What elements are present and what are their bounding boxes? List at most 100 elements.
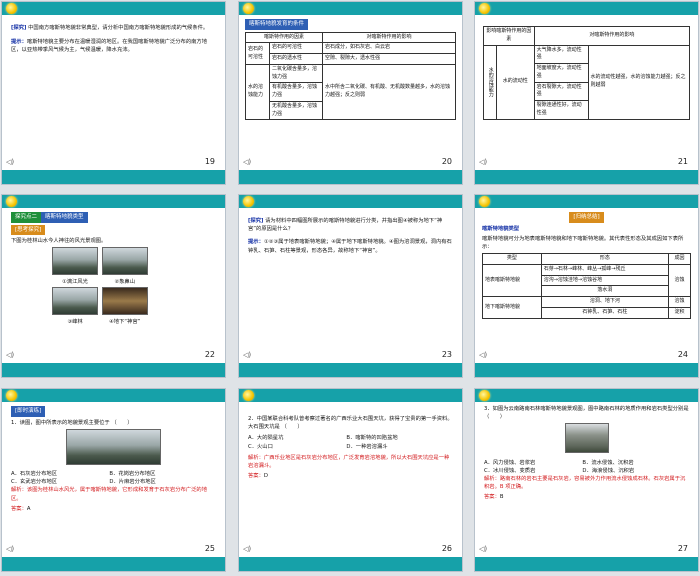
- hint-text: ①②③属于地表喀斯特地貌；④属于地下喀斯特地貌。④图为溶洞景观，洞内有石钟乳、石…: [248, 239, 452, 254]
- photo-caption: ②象鼻山: [114, 279, 135, 286]
- title-bar: [2, 2, 225, 15]
- photo-caption: ③峰林: [67, 318, 83, 325]
- analysis-text: 广西乐业地区是石灰岩分布地区，广泛发育岩溶地貌，所以大石围天坑应是一种岩溶漏斗。: [248, 454, 450, 470]
- table-cell: 岩石成分，如石灰岩、白云岩: [322, 42, 456, 55]
- option-b[interactable]: B．花岗岩分布地区: [109, 470, 207, 478]
- sun-logo-icon: [6, 390, 17, 401]
- shape-cell: 落水洞: [540, 285, 669, 298]
- table-cell: 有机酸含量多，溶蚀力强: [268, 82, 324, 102]
- effect-cell: 水的流动性越强，水的溶蚀能力越强；反之则越弱: [587, 44, 691, 120]
- sun-logo-icon: [243, 3, 254, 14]
- question-text: 中国南方喀斯特地貌非常典型，请分析中国南方喀斯特地貌形成的气候条件。: [28, 25, 209, 31]
- shape-cell: 石芽→石林→峰林、峰丛→孤峰→残丘: [540, 263, 669, 276]
- slide-20[interactable]: 喀斯特地貌发育的条件 喀斯特作用的因素 对喀斯特作用的影响 岩石的可溶性 岩石的…: [238, 1, 463, 185]
- hint-label: 提示：: [248, 239, 264, 246]
- speaker-icon[interactable]: ◁): [479, 158, 487, 166]
- option-b[interactable]: B．流水侵蚀、沉积岩: [582, 459, 680, 467]
- flow-table: 影响喀斯特作用的因素 对喀斯特作用的影响 水的溶蚀能力 水的流动性 大气降水多，…: [483, 26, 691, 120]
- option-a[interactable]: A．石灰岩分布地区: [11, 470, 109, 478]
- sun-logo-icon: [479, 196, 490, 207]
- speaker-icon[interactable]: ◁): [6, 158, 14, 166]
- hint-label: 提示：: [11, 39, 27, 46]
- cause-cell: 溶蚀: [667, 296, 692, 308]
- option-d[interactable]: D．一种岩溶漏斗: [346, 443, 444, 451]
- analysis-text: 路南石林的岩石主要是石灰岩，容易被外力作用流水侵蚀成石林。石灰岩属于沉积岩。B …: [484, 476, 686, 491]
- option-c[interactable]: C．火山口: [248, 443, 346, 451]
- answer-value: D: [263, 473, 268, 480]
- option-d[interactable]: D．海浪侵蚀、沉积岩: [582, 467, 680, 475]
- photo-caption: ④地下“神宫”: [108, 318, 141, 325]
- answer-label: 答案：: [248, 473, 264, 480]
- question-text: 3．如图为云南路南石林喀斯特地貌景观图，图中路南石林的地质作用和岩石类型分别是: [484, 406, 689, 412]
- group-cell: 水的溶蚀能力: [483, 44, 497, 120]
- sun-logo-icon: [6, 3, 17, 14]
- title-bar: [2, 195, 225, 208]
- table-cell: 大气降水多，流动性强: [533, 44, 589, 64]
- slide-26[interactable]: 2．中国某联合科考队曾考察过著名的广西乐业大石围天坑，获得了宝贵的第一手资料。大…: [238, 388, 463, 572]
- table-header: 成因: [667, 253, 692, 265]
- slide-21[interactable]: 影响喀斯特作用的因素 对喀斯特作用的影响 水的溶蚀能力 水的流动性 大气降水多，…: [474, 1, 699, 185]
- explore-label: [探究]: [11, 25, 27, 31]
- sub-cell: 水的流动性: [495, 44, 535, 120]
- type-cell: 地下喀斯特地貌: [482, 296, 542, 319]
- shape-cell: 溶沟→溶蚀洼地→溶蚀谷地: [540, 274, 669, 287]
- speaker-icon[interactable]: ◁): [479, 351, 487, 359]
- option-a[interactable]: A．大的陨星坑: [248, 434, 346, 442]
- option-c[interactable]: C．玄武岩分布地区: [11, 478, 109, 486]
- slide-22[interactable]: 探究点二 喀斯特地貌类型 [思考探究] 下图为桂林山水今人神往的风光景观图。 ①漓…: [1, 194, 226, 378]
- speaker-icon[interactable]: ◁): [6, 545, 14, 553]
- photo-stone-forest: [564, 423, 609, 454]
- slide-number: 21: [677, 157, 688, 166]
- question-text: 2．中国某联合科考队曾考察过著名的广西乐业大石围天坑，获得了宝贵的第一手资料。大…: [248, 416, 453, 431]
- speaker-icon[interactable]: ◁): [6, 351, 14, 359]
- types-table: 类型 形态 成因 地表喀斯特地貌 石芽→石林→峰林、峰丛→孤峰→残丘 溶蚀 溶沟…: [482, 253, 692, 319]
- answer-value: B: [499, 494, 504, 501]
- slide-19[interactable]: [探究] 中国南方喀斯特地貌非常典型，请分析中国南方喀斯特地貌形成的气候条件。 …: [1, 1, 226, 185]
- question-text: 1．读图，图中所表示的地貌景观主要位于: [11, 419, 110, 426]
- section-title: 喀斯特地貌类型: [482, 225, 520, 232]
- slide-25[interactable]: [即时演练] 1．读图，图中所表示的地貌景观主要位于 （ ） A．石灰岩分布地区…: [1, 388, 226, 572]
- speaker-icon[interactable]: ◁): [243, 351, 251, 359]
- bottom-bar: [239, 363, 462, 377]
- photo-peak-forest: [52, 286, 98, 315]
- slide-number: 27: [677, 544, 688, 553]
- photo-guilin: [66, 428, 161, 465]
- photo-cave: [101, 286, 148, 315]
- explore-label: [探究]: [248, 218, 264, 224]
- slide-number: 26: [441, 544, 452, 553]
- analysis-label: 解析：: [11, 487, 27, 494]
- analysis-label: 解析：: [484, 476, 500, 483]
- speaker-icon[interactable]: ◁): [243, 158, 251, 166]
- table-header: 影响喀斯特作用的因素: [483, 26, 535, 46]
- table-cell: 无机酸含量多，溶蚀力强: [268, 100, 324, 121]
- section-subject: 喀斯特地貌类型: [41, 212, 88, 223]
- option-a[interactable]: A．风力侵蚀、岩浆岩: [484, 459, 582, 467]
- slide-24[interactable]: [归纳总结] 喀斯特地貌类型 喀斯特地貌可分为地表喀斯特地貌和地下喀斯特地貌。其…: [474, 194, 699, 378]
- slide-23[interactable]: [探究] 请为材料中四幅图所展示的喀斯特地貌进行分类，并指出图④被称为地下“神宫…: [238, 194, 463, 378]
- shape-cell: 石钟乳、石笋、石柱: [540, 306, 669, 319]
- cause-cell: 淀积: [667, 306, 692, 319]
- section-tag: 探究点二: [11, 212, 42, 223]
- summary-tag: [归纳总结]: [569, 212, 604, 223]
- option-d[interactable]: D．片麻岩分布地区: [109, 478, 207, 486]
- table-cell: 岩石的透水性: [268, 53, 324, 65]
- practice-tag: [即时演练]: [11, 406, 46, 417]
- table-cell: 岩石的可溶性: [268, 42, 324, 55]
- option-b[interactable]: B．喀斯特的凹陷盆地: [346, 434, 444, 442]
- sun-logo-icon: [243, 196, 254, 207]
- bottom-bar: [2, 557, 225, 571]
- table-cell: 裂隙连通性好，流动性强: [533, 100, 589, 120]
- group-cell: 水的溶蚀能力: [245, 63, 270, 121]
- think-tag: [思考探究]: [11, 224, 46, 236]
- answer-label: 答案：: [11, 505, 27, 512]
- cause-cell: 溶蚀: [667, 263, 692, 298]
- sun-logo-icon: [479, 3, 490, 14]
- table-header: 形态: [540, 253, 669, 265]
- speaker-icon[interactable]: ◁): [479, 545, 487, 553]
- speaker-icon[interactable]: ◁): [243, 545, 251, 553]
- title-bar: [239, 2, 462, 15]
- slide-27[interactable]: 3．如图为云南路南石林喀斯特地貌景观图，图中路南石林的地质作用和岩石类型分别是 …: [474, 388, 699, 572]
- table-header: 对喀斯特作用的影响: [533, 26, 691, 46]
- option-c[interactable]: C．冰川侵蚀、变质岩: [484, 467, 582, 475]
- answer-label: 答案：: [484, 494, 500, 501]
